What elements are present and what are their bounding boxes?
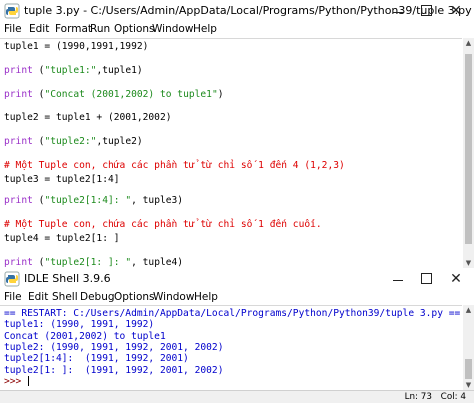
code-token: ) <box>217 89 224 100</box>
shell-output-line: tuple2[1: ]: (1991, 1992, 2001, 2002) <box>4 365 224 376</box>
code-token: print <box>4 195 33 206</box>
code-token: , tuple3) <box>131 195 184 206</box>
shell-menu-edit[interactable]: Edit <box>28 290 48 305</box>
shell-scrollbar[interactable]: ▲ ▼ <box>463 305 474 390</box>
code-line: tuple4 = tuple2[1: ] <box>4 233 120 245</box>
scroll-up-icon[interactable]: ▲ <box>463 305 474 315</box>
shell-output-line: == RESTART: C:/Users/Admin/AppData/Local… <box>4 308 460 319</box>
code-token: print <box>4 136 33 147</box>
code-token: print <box>4 257 33 268</box>
code-token: tuple1 = (1990,1991,1992) <box>4 41 149 52</box>
editor-menu-format[interactable]: Format <box>55 22 92 37</box>
idle-python-icon <box>4 271 20 287</box>
shell-title: IDLE Shell 3.9.6 <box>24 272 111 285</box>
editor-menu-edit[interactable]: Edit <box>29 22 49 37</box>
code-token: tuple3 = tuple2[1:4] <box>4 174 120 185</box>
code-token: tuple4 = tuple2[1: ] <box>4 233 120 244</box>
status-line: Ln: 73 <box>404 392 432 402</box>
code-token: ( <box>32 195 45 206</box>
idle-python-icon <box>4 3 20 19</box>
code-line: # Một Tuple con, chứa các phần tử từ chỉ… <box>4 219 322 231</box>
code-token: ( <box>32 257 45 268</box>
code-token: tuple2 = tuple1 + (2001,2002) <box>4 112 172 123</box>
code-line: print ("tuple1:",tuple1) <box>4 65 143 77</box>
code-editor[interactable]: tuple1 = (1990,1991,1992) print ("tuple1:… <box>0 38 462 268</box>
shell-titlebar[interactable]: IDLE Shell 3.9.6 ✕ <box>0 268 474 290</box>
code-token: ,tuple1) <box>96 65 143 76</box>
shell-line-text: tuple2[1: ]: (1991, 1992, 2001, 2002) <box>4 364 224 376</box>
code-token: ,tuple2) <box>96 136 143 147</box>
code-token: "tuple2:" <box>44 136 97 147</box>
code-token: ( <box>32 89 45 100</box>
shell-menu-help[interactable]: Help <box>194 290 218 305</box>
shell-menu-options[interactable]: Options <box>114 290 155 305</box>
code-token: , tuple4) <box>131 257 184 268</box>
maximize-icon[interactable] <box>412 0 440 22</box>
minimize-icon[interactable] <box>384 268 412 290</box>
editor-titlebar[interactable]: tuple 3.py - C:/Users/Admin/AppData/Loca… <box>0 0 474 22</box>
code-token: ( <box>32 65 45 76</box>
shell-scroll-thumb[interactable] <box>465 359 472 379</box>
code-line: tuple2 = tuple1 + (2001,2002) <box>4 112 172 124</box>
code-token: "tuple2[1: ]: " <box>44 257 132 268</box>
status-bar: Ln: 73 Col: 4 <box>0 390 474 403</box>
code-token: "tuple1:" <box>44 65 97 76</box>
editor-menu-window[interactable]: Window <box>152 22 193 37</box>
shell-line-text: tuple2: (1990, 1991, 1992, 2001, 2002) <box>4 341 224 353</box>
code-token: print <box>4 65 33 76</box>
shell-window: IDLE Shell 3.9.6 ✕ File Edit Shell Debug… <box>0 268 474 403</box>
scroll-down-icon[interactable]: ▼ <box>463 380 474 390</box>
editor-scrollbar[interactable]: ▲ ▼ <box>463 38 474 268</box>
shell-line-text: tuple2[1:4]: (1991, 1992, 2001) <box>4 353 189 365</box>
scroll-up-icon[interactable]: ▲ <box>463 38 474 48</box>
shell-menubar: File Edit Shell Debug Options Window Hel… <box>0 290 474 305</box>
shell-menu-debug[interactable]: Debug <box>80 290 115 305</box>
editor-menu-help[interactable]: Help <box>193 22 217 37</box>
code-line: # Một Tuple con, chứa các phần tử từ chỉ… <box>4 160 345 172</box>
shell-line-text: >>> <box>4 375 28 387</box>
editor-menu-run[interactable]: Run <box>90 22 110 37</box>
scroll-down-icon[interactable]: ▼ <box>463 258 474 268</box>
minimize-icon[interactable] <box>384 0 412 22</box>
close-icon[interactable]: ✕ <box>442 268 470 290</box>
shell-line-text: == RESTART: C:/Users/Admin/AppData/Local… <box>4 308 461 319</box>
shell-menu-shell[interactable]: Shell <box>52 290 78 305</box>
code-token: ( <box>32 136 45 147</box>
shell-output[interactable]: == RESTART: C:/Users/Admin/AppData/Local… <box>0 305 462 392</box>
editor-window: tuple 3.py - C:/Users/Admin/AppData/Loca… <box>0 0 474 269</box>
shell-line-text: tuple1: (1990, 1991, 1992) <box>4 319 155 331</box>
editor-menu-file[interactable]: File <box>4 22 22 37</box>
maximize-icon[interactable] <box>412 268 440 290</box>
code-token: # Một Tuple con, chứa các phần tử từ chỉ… <box>4 160 345 171</box>
code-token: print <box>4 89 33 100</box>
shell-output-line: tuple2[1:4]: (1991, 1992, 2001) <box>4 353 189 364</box>
editor-menubar: File Edit Format Run Options Window Help <box>0 22 474 37</box>
code-token: # Một Tuple con, chứa các phần tử từ chỉ… <box>4 219 322 230</box>
code-line: tuple1 = (1990,1991,1992) <box>4 41 148 53</box>
code-line: tuple3 = tuple2[1:4] <box>4 174 120 186</box>
editor-menu-options[interactable]: Options <box>114 22 155 37</box>
shell-line-text: Concat (2001,2002) to tuple1 <box>4 330 166 342</box>
code-line: print ("tuple2[1:4]: ", tuple3) <box>4 195 183 207</box>
shell-output-line: tuple2: (1990, 1991, 1992, 2001, 2002) <box>4 342 224 353</box>
code-token: "Concat (2001,2002) to tuple1" <box>44 89 218 100</box>
text-cursor <box>28 375 30 386</box>
status-column: Col: 4 <box>440 392 466 402</box>
shell-prompt: >>> <box>4 375 30 387</box>
editor-scroll-thumb[interactable] <box>465 54 472 244</box>
shell-output-line: tuple1: (1990, 1991, 1992) <box>4 319 154 330</box>
code-line: print ("tuple2:",tuple2) <box>4 136 143 148</box>
code-token: "tuple2[1:4]: " <box>44 195 132 206</box>
shell-menu-file[interactable]: File <box>4 290 22 305</box>
shell-output-line: Concat (2001,2002) to tuple1 <box>4 331 166 342</box>
code-line: print ("Concat (2001,2002) to tuple1") <box>4 89 224 101</box>
close-icon[interactable]: ✕ <box>442 0 470 22</box>
shell-menu-window[interactable]: Window <box>153 290 194 305</box>
